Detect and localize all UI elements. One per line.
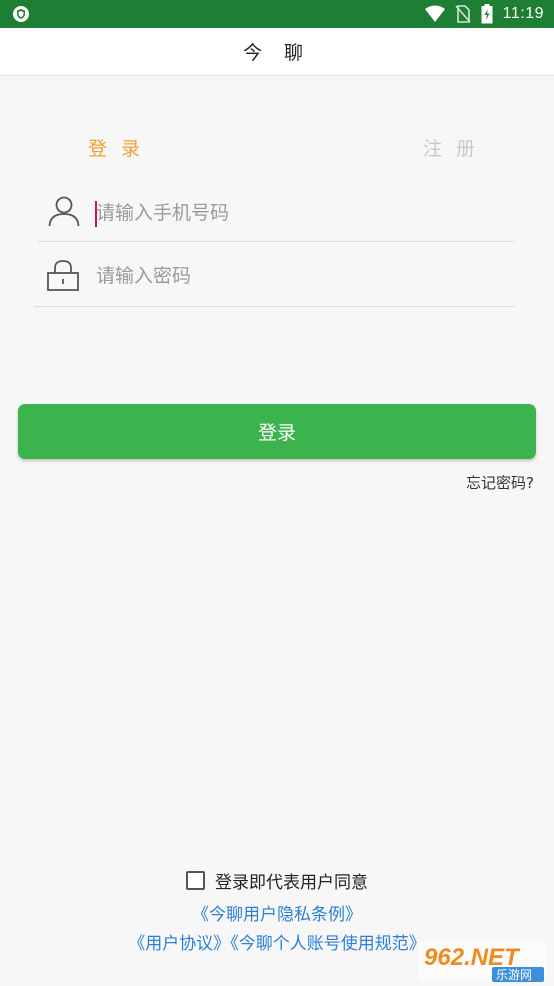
tab-register[interactable]: 注 册 <box>423 134 479 161</box>
user-icon <box>48 196 80 227</box>
phone-input[interactable] <box>96 198 496 228</box>
no-sim-icon <box>455 5 471 23</box>
agreement-row: 登录即代表用户同意 <box>0 868 554 893</box>
agreement-text: 登录即代表用户同意 <box>215 873 368 893</box>
battery-charging-icon <box>481 4 493 24</box>
shield-icon <box>13 6 29 22</box>
password-row <box>34 249 515 307</box>
login-button[interactable]: 登录 <box>18 404 536 459</box>
status-left <box>12 5 30 23</box>
app-bar: 今 聊 <box>0 28 554 76</box>
account-rules-link[interactable]: 《今聊个人账号使用规范》 <box>230 934 426 954</box>
status-bar: 11:19 <box>0 0 554 28</box>
user-agreement-link[interactable]: 《用户协议》 <box>128 934 230 954</box>
app-title: 今 聊 <box>242 42 312 64</box>
privacy-policy-link[interactable]: 《今聊用户隐私条例》 <box>0 900 554 925</box>
password-input[interactable] <box>96 261 496 291</box>
agreement-checkbox[interactable] <box>186 871 205 890</box>
watermark-text: 962.NET <box>424 944 521 971</box>
lock-icon <box>47 260 79 291</box>
status-right: 11:19 <box>424 4 544 24</box>
forgot-password-link[interactable]: 忘记密码? <box>466 472 534 493</box>
wifi-icon <box>424 5 445 22</box>
watermark-logo: 962.NET 乐游网 <box>418 942 546 982</box>
status-time: 11:19 <box>502 5 544 22</box>
tab-login[interactable]: 登 录 <box>88 134 144 161</box>
phone-row <box>38 184 515 242</box>
watermark-subtext: 乐游网 <box>496 968 532 982</box>
